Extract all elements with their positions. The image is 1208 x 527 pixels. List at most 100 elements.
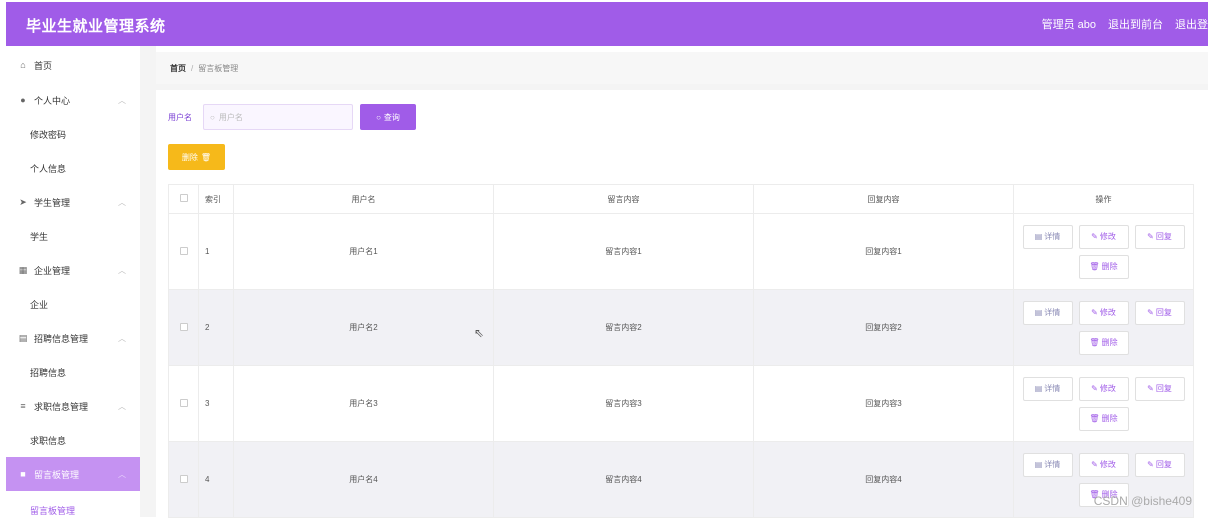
sidebar-subitem-student[interactable]: 学生 (6, 219, 140, 253)
sidebar-item-label: 首页 (34, 60, 53, 71)
search-button-label: 查询 (383, 112, 400, 122)
search-icon: ○ (210, 112, 215, 122)
trash-icon: 🗑 (1089, 414, 1100, 423)
row-checkbox-cell (168, 441, 199, 518)
chevron-up-icon: ︿ (118, 469, 126, 479)
sidebar-item-recruitment-management[interactable]: ▤ 招聘信息管理 ︿ (6, 321, 140, 355)
sidebar-item-label: 学生管理 (34, 197, 71, 208)
row-checkbox[interactable] (179, 246, 188, 255)
pencil-icon: ✎ (1147, 232, 1154, 241)
sidebar-subitem-personal-info[interactable]: 个人信息 (6, 151, 140, 185)
search-label: 用户名 (168, 113, 192, 122)
sidebar-subitem-message-board[interactable]: 留言板管理 (6, 493, 140, 527)
row-message: 留言内容4 (493, 441, 754, 518)
home-icon: ⌂ (20, 60, 26, 70)
reply-button[interactable]: ✎ 回复 (1134, 224, 1185, 249)
row-reply: 回复内容3 (753, 365, 1014, 442)
sidebar-item-label: 个人中心 (34, 95, 71, 106)
pencil-icon: ✎ (1147, 384, 1154, 393)
chevron-up-icon: ︿ (118, 265, 126, 275)
detail-icon: ▤ (1034, 232, 1043, 241)
breadcrumb-home[interactable]: 首页 (170, 63, 186, 74)
row-actions: ▤ 详情 ✎ 修改 ✎ 回复 🗑 删除 (1013, 213, 1194, 290)
sidebar-item-personal-center[interactable]: ● 个人中心 ︿ (6, 83, 140, 117)
edit-label: 修改 (1099, 232, 1116, 241)
sidebar-item-company-management[interactable]: ▦ 企业管理 ︿ (6, 253, 140, 287)
delete-button[interactable]: 🗑 删除 (1078, 406, 1129, 431)
row-reply: 回复内容1 (753, 213, 1014, 290)
detail-button[interactable]: ▤ 详情 (1022, 376, 1073, 401)
edit-label: 修改 (1099, 384, 1116, 393)
sidebar-item-label: 留言板管理 (34, 469, 80, 480)
reply-button[interactable]: ✎ 回复 (1134, 452, 1185, 477)
sidebar-item-jobseeking-management[interactable]: ≡ 求职信息管理 ︿ (6, 389, 140, 423)
row-index: 2 (198, 289, 234, 366)
row-actions: ▤ 详情 ✎ 修改 ✎ 回复 🗑 删除 (1013, 289, 1194, 366)
edit-button[interactable]: ✎ 修改 (1078, 300, 1129, 325)
edit-button[interactable]: ✎ 修改 (1078, 224, 1129, 249)
edit-label: 修改 (1099, 308, 1116, 317)
row-checkbox[interactable] (179, 398, 188, 407)
delete-button[interactable]: 🗑 删除 (1078, 330, 1129, 355)
logout-link[interactable]: 退出登 (1175, 16, 1208, 32)
select-all-checkbox[interactable] (179, 194, 188, 202)
detail-label: 详情 (1044, 308, 1061, 317)
list-icon: ≡ (20, 401, 26, 411)
sidebar-item-message-board-management[interactable]: ■ 留言板管理 ︿ (6, 457, 140, 491)
edit-label: 修改 (1099, 460, 1116, 469)
sidebar-subitem-change-password[interactable]: 修改密码 (6, 117, 140, 151)
sidebar-subitem-recruitment-info[interactable]: 招聘信息 (6, 355, 140, 389)
sidebar-item-home[interactable]: ⌂ 首页 (6, 48, 140, 82)
table-row: 2 用户名2 留言内容2 回复内容2 ▤ 详情 ✎ 修改 ✎ 回复 🗑 删除 (168, 289, 1194, 366)
chevron-up-icon: ︿ (118, 197, 126, 207)
row-checkbox-cell (168, 365, 199, 442)
sidebar-subitem-jobseeking-info[interactable]: 求职信息 (6, 423, 140, 457)
search-button[interactable]: ○ 查询 (360, 104, 416, 130)
delete-button[interactable]: 🗑 删除 (1078, 254, 1129, 279)
reply-button[interactable]: ✎ 回复 (1134, 300, 1185, 325)
row-username: 用户名1 (233, 213, 494, 290)
row-index: 3 (198, 365, 234, 442)
row-checkbox[interactable] (179, 322, 188, 331)
row-index: 1 (198, 213, 234, 290)
mouse-cursor-icon: ⇖ (474, 326, 485, 340)
breadcrumb: 首页 / 留言板管理 (156, 52, 1208, 84)
content-divider (156, 84, 1208, 90)
row-checkbox-cell (168, 213, 199, 290)
reply-button[interactable]: ✎ 回复 (1134, 376, 1185, 401)
detail-button[interactable]: ▤ 详情 (1022, 452, 1073, 477)
detail-button[interactable]: ▤ 详情 (1022, 224, 1073, 249)
chevron-up-icon: ︿ (118, 95, 126, 105)
sidebar: ⌂ 首页 ● 个人中心 ︿ 修改密码 个人信息 ➤ 学生管理 ︿ 学生 ▦ 企业… (6, 46, 140, 517)
edit-button[interactable]: ✎ 修改 (1078, 452, 1129, 477)
search-placeholder: 用户名 (218, 112, 243, 122)
detail-button[interactable]: ▤ 详情 (1022, 300, 1073, 325)
sidebar-item-student-management[interactable]: ➤ 学生管理 ︿ (6, 185, 140, 219)
row-index: 4 (198, 441, 234, 518)
detail-label: 详情 (1044, 384, 1061, 393)
sidebar-subitem-company[interactable]: 企业 (6, 287, 140, 321)
search-input[interactable]: ○ 用户名 (203, 104, 353, 130)
pencil-icon: ✎ (1091, 308, 1098, 317)
pencil-icon: ✎ (1091, 384, 1098, 393)
top-bar: 毕业生就业管理系统 管理员 abo 退出到前台 退出登 (6, 2, 1208, 46)
exit-to-front-link[interactable]: 退出到前台 (1108, 16, 1163, 32)
column-header-message: 留言内容 (493, 184, 754, 214)
breadcrumb-current: 留言板管理 (198, 63, 239, 73)
column-header-reply: 回复内容 (753, 184, 1014, 214)
edit-button[interactable]: ✎ 修改 (1078, 376, 1129, 401)
select-all-cell (168, 184, 199, 214)
table-row: 3 用户名3 留言内容3 回复内容3 ▤ 详情 ✎ 修改 ✎ 回复 🗑 删除 (168, 365, 1194, 442)
delete-label: 删除 (1101, 262, 1118, 271)
row-checkbox[interactable] (179, 474, 188, 483)
chevron-up-icon: ︿ (118, 401, 126, 411)
watermark: CSDN @bishe409 (1093, 494, 1192, 508)
row-checkbox-cell (168, 289, 199, 366)
user-icon: ● (20, 95, 26, 105)
row-reply: 回复内容2 (753, 289, 1014, 366)
search-icon: ○ (376, 112, 381, 122)
bulk-delete-button[interactable]: 删除 🗑 (168, 144, 225, 170)
trash-icon: 🗑 (1089, 338, 1100, 347)
reply-label: 回复 (1155, 384, 1172, 393)
row-actions: ▤ 详情 ✎ 修改 ✎ 回复 🗑 删除 (1013, 365, 1194, 442)
